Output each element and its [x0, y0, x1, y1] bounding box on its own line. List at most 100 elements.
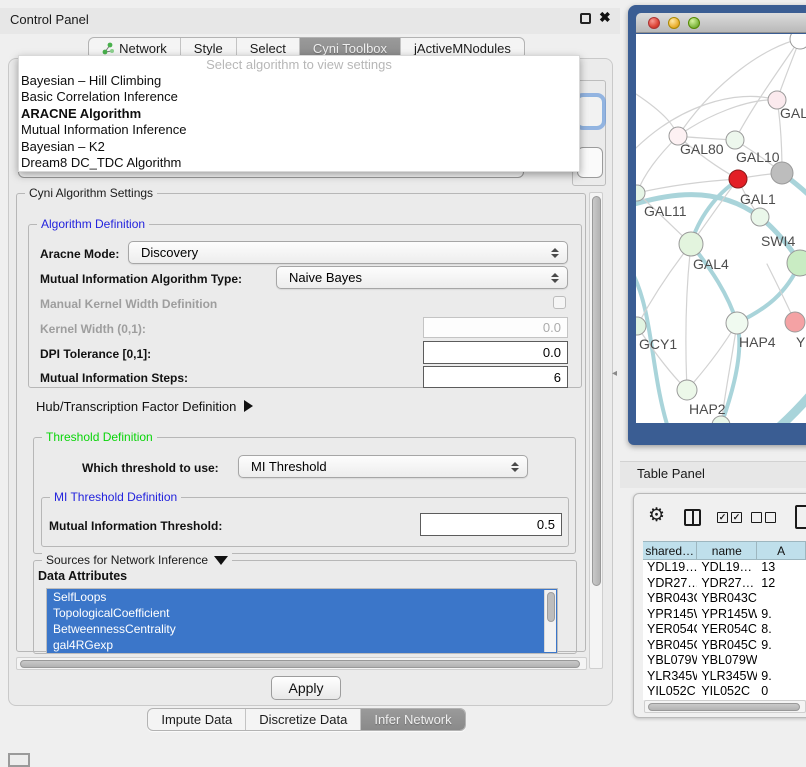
table-cell: YIL052C	[643, 684, 697, 700]
attributes-list-scrollbar[interactable]	[544, 590, 556, 652]
table-row[interactable]: YLR345WYLR345W9.	[643, 669, 806, 685]
which-threshold-select[interactable]: MI Threshold	[238, 455, 528, 478]
bottom-tab-discretize-data[interactable]: Discretize Data	[246, 709, 361, 730]
gear-icon[interactable]: ⚙	[648, 506, 665, 525]
minimize-window-icon[interactable]	[668, 17, 680, 29]
network-canvas[interactable]: GALGAL80GAL10GAL1GAL11SWI4GAL4GCY1HAP4YH…	[636, 34, 806, 423]
network-node[interactable]	[790, 34, 806, 49]
table-cell: 13	[757, 560, 806, 576]
close-window-icon[interactable]	[648, 17, 660, 29]
close-panel-icon[interactable]: ✖	[599, 9, 611, 26]
mi-steps-input[interactable]	[423, 366, 568, 388]
table-cell: YDL19…	[697, 560, 757, 576]
table-row[interactable]: YPR145WYPR145W9.	[643, 607, 806, 623]
mi-threshold-input[interactable]	[420, 513, 562, 536]
network-node[interactable]	[679, 232, 703, 256]
which-threshold-label: Which threshold to use:	[82, 461, 219, 475]
bottom-tab-bar: Impute Data Discretize DataInfer Network	[0, 708, 613, 731]
table-row[interactable]: YIL052CYIL052C0	[643, 684, 806, 700]
network-node[interactable]	[726, 131, 744, 149]
mi-type-value: Naive Bayes	[277, 270, 550, 285]
algorithm-option[interactable]: ARACNE Algorithm	[19, 106, 579, 122]
data-attribute-item[interactable]: gal4RGexp	[47, 637, 557, 653]
kernel-width-input[interactable]	[423, 317, 568, 338]
table-row[interactable]: YDL19…YDL19…13	[643, 560, 806, 576]
network-node[interactable]	[712, 416, 730, 423]
table-row[interactable]: YDR27…YDR27…12	[643, 576, 806, 592]
data-attribute-item[interactable]: SelfLoops	[47, 589, 557, 605]
hub-section-label: Hub/Transcription Factor Definition	[36, 399, 236, 414]
table-column-header[interactable]: A	[757, 542, 806, 559]
network-node[interactable]	[677, 380, 697, 400]
algorithm-option[interactable]: Bayesian – K2	[19, 139, 579, 155]
network-node[interactable]	[771, 162, 793, 184]
table-row[interactable]: YBR045CYBR045C9.	[643, 638, 806, 654]
table-horizontal-scrollbar[interactable]	[644, 700, 806, 713]
algorithm-dropdown-placeholder[interactable]: Select algorithm to view settings	[19, 56, 579, 73]
network-node[interactable]	[726, 312, 748, 334]
node-label: GAL	[780, 105, 806, 121]
table-cell: YBR045C	[697, 638, 757, 654]
algorithm-option[interactable]: Bayesian – Hill Climbing	[19, 73, 579, 89]
apply-button[interactable]: Apply	[271, 676, 341, 700]
algorithm-option[interactable]: Dream8 DC_TDC Algorithm	[19, 155, 579, 171]
network-node[interactable]	[751, 208, 769, 226]
data-attributes-list[interactable]: SelfLoopsTopologicalCoefficientBetweenne…	[46, 588, 558, 654]
hub-section-toggle[interactable]: Hub/Transcription Factor Definition	[36, 399, 253, 414]
select-all-columns-icon[interactable]: ✓✓	[717, 512, 742, 523]
combo-fragment[interactable]	[577, 147, 603, 178]
table-cell: 0	[757, 684, 806, 700]
network-window-titlebar[interactable]	[636, 13, 806, 33]
table-cell: 12	[757, 576, 806, 592]
network-edge[interactable]	[686, 244, 691, 390]
bottom-tab-infer-network[interactable]: Infer Network	[361, 709, 464, 730]
settings-vertical-scrollbar[interactable]	[589, 192, 603, 669]
mi-type-label: Mutual Information Algorithm Type:	[40, 272, 242, 286]
show-columns-icon[interactable]	[684, 509, 701, 526]
table-column-header[interactable]: shared…	[643, 542, 697, 559]
tab-label: Cyni Toolbox	[313, 41, 387, 56]
dock-panel-icon[interactable]	[8, 753, 30, 767]
node-label: GAL4	[693, 256, 729, 272]
which-threshold-value: MI Threshold	[239, 459, 510, 474]
manual-kernel-checkbox[interactable]	[553, 296, 566, 309]
network-node[interactable]	[729, 170, 747, 188]
table-row[interactable]: YBR043CYBR043C	[643, 591, 806, 607]
split-pane-arrow-icon[interactable]: ◂	[612, 368, 617, 379]
algorithm-option[interactable]: Mutual Information Inference	[19, 122, 579, 138]
table-row[interactable]: YBL079WYBL079W	[643, 653, 806, 669]
expanded-arrow-icon	[214, 556, 228, 565]
network-node[interactable]	[636, 317, 646, 335]
bottom-tab-impute-data[interactable]: Impute Data	[148, 709, 246, 730]
zoom-window-icon[interactable]	[688, 17, 700, 29]
table-cell: YER054C	[697, 622, 757, 638]
network-edge[interactable]	[732, 386, 806, 423]
tab-label: Impute Data	[161, 712, 232, 727]
algorithm-option[interactable]: Basic Correlation Inference	[19, 89, 579, 105]
algorithm-combo-focus-fragment[interactable]	[577, 96, 603, 127]
network-edge[interactable]	[637, 136, 678, 193]
settings-horizontal-scrollbar[interactable]	[16, 657, 587, 670]
export-table-icon[interactable]	[795, 505, 806, 529]
spinner-arrows-icon	[550, 273, 559, 283]
network-node[interactable]	[785, 312, 805, 332]
sources-title[interactable]: Sources for Network Inference	[42, 553, 232, 567]
table-cell: YDL19…	[643, 560, 697, 576]
table-row[interactable]: YER054CYER054C8.	[643, 622, 806, 638]
network-edge[interactable]	[678, 100, 777, 136]
network-edge[interactable]	[687, 323, 737, 390]
aracne-mode-select[interactable]: Discovery	[128, 241, 568, 264]
dpi-tolerance-input[interactable]	[423, 341, 568, 364]
node-label: SWI4	[761, 233, 795, 249]
mi-type-select[interactable]: Naive Bayes	[276, 266, 568, 289]
mi-threshold-definition-title: MI Threshold Definition	[50, 490, 181, 504]
table-column-header[interactable]: name	[697, 542, 757, 559]
float-panel-icon[interactable]	[580, 13, 591, 24]
network-node[interactable]	[787, 250, 806, 276]
node-label: HAP2	[689, 401, 726, 417]
unselect-all-columns-icon[interactable]	[751, 512, 776, 523]
data-attribute-item[interactable]: BetweennessCentrality	[47, 621, 557, 637]
tab-label: Style	[194, 41, 223, 56]
data-attribute-item[interactable]: TopologicalCoefficient	[47, 605, 557, 621]
network-edge[interactable]	[735, 39, 800, 140]
